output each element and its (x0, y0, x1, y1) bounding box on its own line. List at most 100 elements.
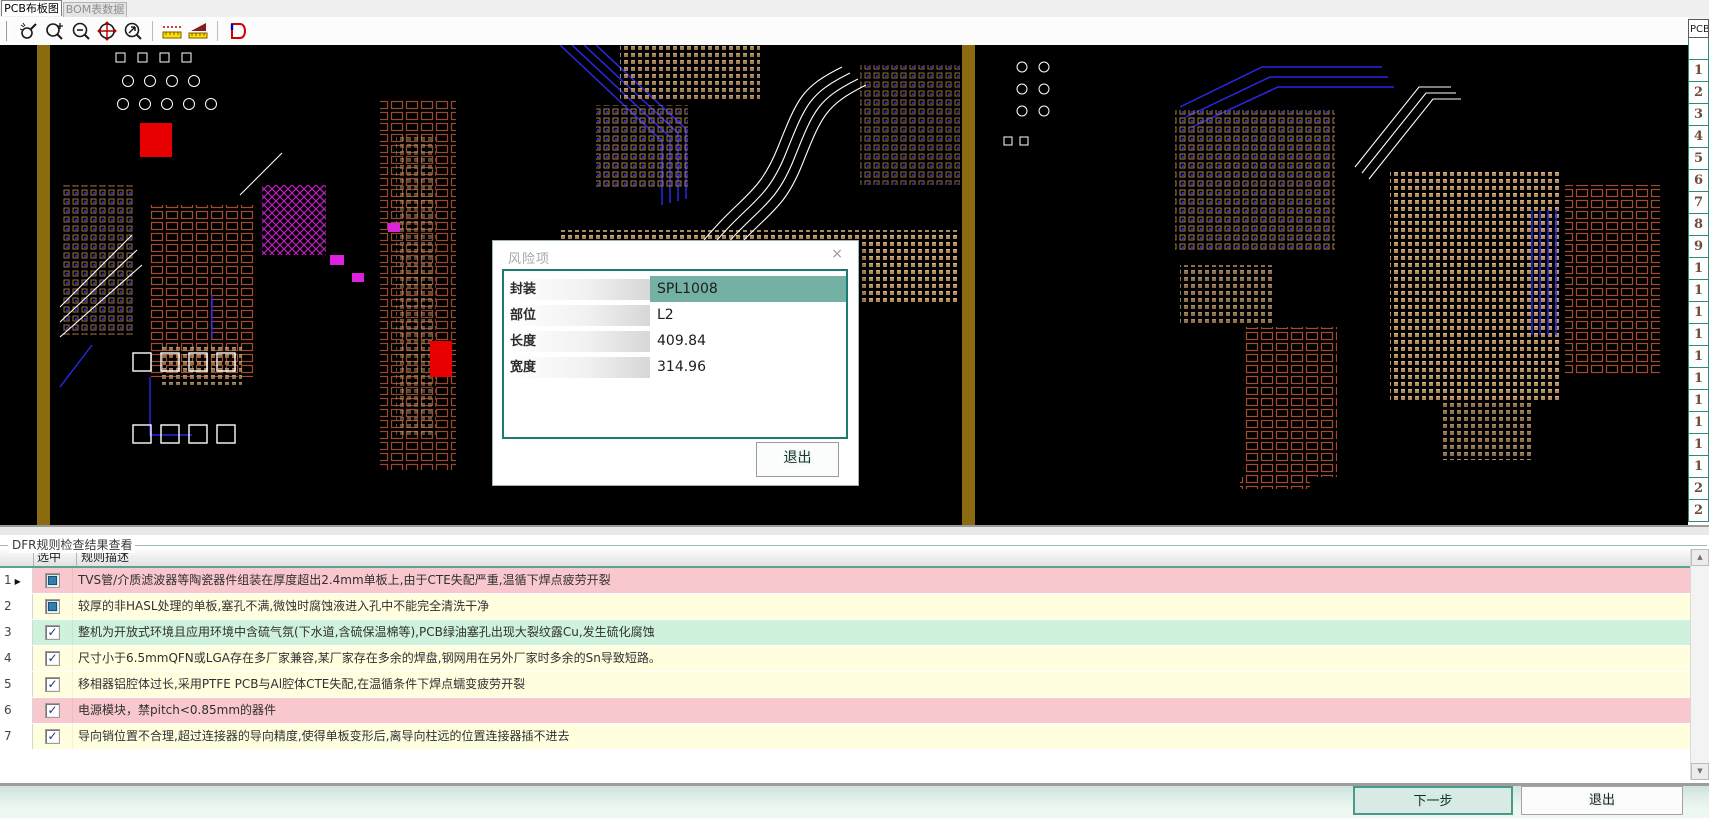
rule-checkbox[interactable] (45, 651, 60, 666)
layer-number: 1 (1693, 283, 1704, 298)
row-number: 3 (4, 625, 12, 639)
layer-row[interactable]: 1 (1688, 390, 1709, 412)
row-header-cell: 1 ▶ (0, 568, 33, 593)
layer-number: 1 (1693, 349, 1704, 364)
toolbar-grip[interactable] (6, 21, 10, 41)
table-row[interactable]: 1 ▶ TVS管/介质滤波器等陶瓷器件组装在厚度超出2.4mm单板上,由于CTE失… (0, 568, 1690, 594)
field-value[interactable]: L2 (650, 302, 846, 328)
table-scrollbar[interactable]: ▲ ▼ (1690, 549, 1709, 780)
selected-cell (33, 672, 73, 697)
zoom-out-icon[interactable] (69, 19, 93, 43)
tab-pcb-layout[interactable]: PCB布板图 (1, 0, 62, 16)
layer-row[interactable]: 1 (1688, 346, 1709, 368)
layer-row[interactable]: 1 (1688, 456, 1709, 478)
risk-field-row: 封装 SPL1008 (504, 276, 846, 302)
selected-cell (33, 724, 73, 749)
table-row[interactable]: 3 整机为开放式环境且应用环境中含硫气氛(下水道,含硫保温棉等),PCB绿油塞孔… (0, 620, 1690, 646)
rule-checkbox[interactable] (45, 677, 60, 692)
table-row[interactable]: 5 移相器铝腔体过长,采用PTFE PCB与Al腔体CTE失配,在温循条件下焊点… (0, 672, 1690, 698)
scroll-up-icon[interactable]: ▲ (1691, 549, 1709, 566)
table-row[interactable]: 4 尺寸小于6.5mmQFN或LGA存在多厂家兼容,某厂家存在多余的焊盘,钢网用… (0, 646, 1690, 672)
probe-select-icon[interactable] (17, 19, 41, 43)
layer-number: 6 (1693, 173, 1704, 188)
layer-row[interactable]: 2 (1688, 82, 1709, 104)
results-table-header: 选中 规则描述 (0, 549, 1690, 568)
layer-row[interactable]: 3 (1688, 104, 1709, 126)
row-header-cell: 6 (0, 698, 33, 723)
rule-checkbox[interactable] (45, 729, 60, 744)
zoom-window-icon[interactable] (43, 19, 67, 43)
rule-checkbox[interactable] (45, 625, 60, 640)
layer-number: 2 (1693, 85, 1704, 100)
layer-row[interactable]: 1 (1688, 434, 1709, 456)
measure-layer-icon[interactable] (186, 19, 210, 43)
row-number: 4 (4, 651, 12, 665)
field-label: 封装 (504, 278, 650, 300)
exit-button[interactable]: 退出 (1521, 786, 1683, 815)
layer-row[interactable]: 6 (1688, 170, 1709, 192)
scroll-down-icon[interactable]: ▼ (1691, 763, 1709, 780)
table-row[interactable]: 6 电源模块，禁pitch<0.85mm的器件 (0, 698, 1690, 724)
layer-panel-header: PCB (1688, 19, 1709, 38)
close-icon[interactable]: × (831, 246, 843, 262)
rule-checkbox[interactable] (45, 573, 60, 588)
layer-row[interactable]: 4 (1688, 126, 1709, 148)
tab-bar: PCB布板图 BOM表数据 (0, 0, 1709, 17)
rule-description: TVS管/介质滤波器等陶瓷器件组装在厚度超出2.4mm单板上,由于CTE失配严重… (73, 568, 1690, 593)
board-outline-icon[interactable] (225, 19, 249, 43)
row-header-cell: 2 (0, 594, 33, 619)
measure-distance-icon[interactable] (160, 19, 184, 43)
layer-number: 2 (1693, 503, 1704, 518)
layer-row[interactable]: 7 (1688, 192, 1709, 214)
layer-row[interactable]: 1 (1688, 368, 1709, 390)
row-number: 5 (4, 677, 12, 691)
dialog-title: 风险项 (508, 252, 551, 267)
layer-row[interactable]: 1 (1688, 302, 1709, 324)
layer-number: 4 (1693, 129, 1704, 144)
rule-description: 导向销位置不合理,超过连接器的导向精度,使得单板变形后,离导向柱远的位置连接器插… (73, 724, 1690, 749)
zoom-crosshair-icon[interactable] (95, 19, 119, 43)
row-number: 6 (4, 703, 12, 717)
row-header-cell: 7 (0, 724, 33, 749)
table-row[interactable]: 2 较厚的非HASL处理的单板,塞孔不满,微蚀时腐蚀液进入孔中不能完全清洗干净 (0, 594, 1690, 620)
layer-row[interactable]: 1 (1688, 324, 1709, 346)
rule-checkbox[interactable] (45, 703, 60, 718)
layer-number: 7 (1693, 195, 1704, 210)
tab-bom-data[interactable]: BOM表数据 (63, 2, 127, 17)
layer-row[interactable]: 2 (1688, 478, 1709, 500)
layer-row[interactable] (1688, 38, 1709, 60)
current-row-marker: ▶ (14, 577, 21, 586)
panel-separator (0, 525, 1709, 535)
layer-row[interactable]: 8 (1688, 214, 1709, 236)
layer-row[interactable]: 1 (1688, 412, 1709, 434)
layer-row[interactable]: 9 (1688, 236, 1709, 258)
field-value[interactable]: 409.84 (650, 328, 846, 354)
pcb-toolbar (0, 17, 1688, 46)
dialog-exit-button[interactable]: 退出 (756, 442, 839, 477)
next-step-button[interactable]: 下一步 (1353, 786, 1513, 815)
layer-row[interactable]: 1 (1688, 60, 1709, 82)
header-description: 规则描述 (81, 550, 130, 564)
rule-description: 尺寸小于6.5mmQFN或LGA存在多厂家兼容,某厂家存在多余的焊盘,钢网用在另… (73, 646, 1690, 671)
layer-number: 1 (1693, 305, 1704, 320)
layer-number: 1 (1693, 393, 1704, 408)
layer-row[interactable]: 5 (1688, 148, 1709, 170)
results-table-body: 1 ▶ TVS管/介质滤波器等陶瓷器件组装在厚度超出2.4mm单板上,由于CTE失… (0, 568, 1690, 750)
layer-number: 1 (1693, 371, 1704, 386)
rule-description: 移相器铝腔体过长,采用PTFE PCB与Al腔体CTE失配,在温循条件下焊点蠕变… (73, 672, 1690, 697)
row-number: 7 (4, 729, 12, 743)
layer-number: 8 (1693, 217, 1704, 232)
rule-checkbox[interactable] (45, 599, 60, 614)
layer-number: 5 (1693, 151, 1704, 166)
row-header-cell: 5 (0, 672, 33, 697)
row-number: 1 (4, 573, 12, 587)
layer-row[interactable]: 2 (1688, 500, 1709, 522)
risk-field-row: 部位 L2 (504, 302, 846, 328)
field-value[interactable]: 314.96 (650, 354, 846, 380)
field-value[interactable]: SPL1008 (650, 276, 846, 302)
zoom-pan-icon[interactable] (121, 19, 145, 43)
risk-field-row: 宽度 314.96 (504, 354, 846, 380)
table-row[interactable]: 7 导向销位置不合理,超过连接器的导向精度,使得单板变形后,离导向柱远的位置连接… (0, 724, 1690, 750)
layer-row[interactable]: 1 (1688, 280, 1709, 302)
layer-row[interactable]: 1 (1688, 258, 1709, 280)
